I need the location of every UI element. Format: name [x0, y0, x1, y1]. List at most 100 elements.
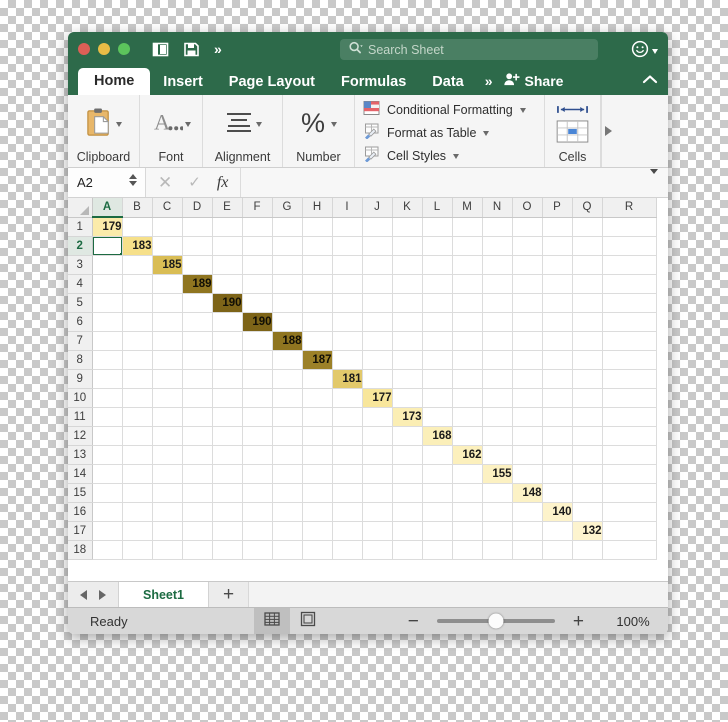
cell-P7[interactable]	[542, 331, 573, 351]
ribbon-group-clipboard[interactable]: Clipboard	[68, 95, 140, 167]
cell-G8[interactable]	[272, 350, 303, 370]
cell-O1[interactable]	[512, 217, 543, 237]
cell-O2[interactable]	[512, 236, 543, 256]
cell-L14[interactable]	[422, 464, 453, 484]
cell-D8[interactable]	[182, 350, 213, 370]
cell-A14[interactable]	[92, 464, 123, 484]
cell-B4[interactable]	[122, 274, 153, 294]
row-header-14[interactable]: 14	[68, 464, 93, 484]
cell-F5[interactable]	[242, 293, 273, 313]
cell-N7[interactable]	[482, 331, 513, 351]
cell-G16[interactable]	[272, 502, 303, 522]
cell-Q7[interactable]	[572, 331, 603, 351]
select-all-corner[interactable]	[68, 198, 93, 218]
column-header-d[interactable]: D	[182, 198, 213, 218]
tabs-overflow-icon[interactable]: »	[477, 68, 499, 95]
cell-M5[interactable]	[452, 293, 483, 313]
cell-J7[interactable]	[362, 331, 393, 351]
cell-K5[interactable]	[392, 293, 423, 313]
cell-P10[interactable]	[542, 388, 573, 408]
cell-P3[interactable]	[542, 255, 573, 275]
cell-R11[interactable]	[602, 407, 657, 427]
cell-B9[interactable]	[122, 369, 153, 389]
row-header-3[interactable]: 3	[68, 255, 93, 275]
cell-B18[interactable]	[122, 540, 153, 560]
cell-E5[interactable]: 190	[212, 293, 243, 313]
cell-P5[interactable]	[542, 293, 573, 313]
cell-K10[interactable]	[392, 388, 423, 408]
cell-E7[interactable]	[212, 331, 243, 351]
cell-B1[interactable]	[122, 217, 153, 237]
cell-Q5[interactable]	[572, 293, 603, 313]
cell-J13[interactable]	[362, 445, 393, 465]
cell-A6[interactable]	[92, 312, 123, 332]
cell-L7[interactable]	[422, 331, 453, 351]
cell-K17[interactable]	[392, 521, 423, 541]
cell-G5[interactable]	[272, 293, 303, 313]
cell-P13[interactable]	[542, 445, 573, 465]
cell-H14[interactable]	[302, 464, 333, 484]
cell-Q10[interactable]	[572, 388, 603, 408]
cell-C4[interactable]	[152, 274, 183, 294]
cell-H3[interactable]	[302, 255, 333, 275]
cell-E1[interactable]	[212, 217, 243, 237]
cell-M3[interactable]	[452, 255, 483, 275]
cell-H8[interactable]: 187	[302, 350, 333, 370]
page-layout-view-button[interactable]	[290, 608, 326, 634]
cell-P16[interactable]: 140	[542, 502, 573, 522]
cell-E13[interactable]	[212, 445, 243, 465]
cell-K14[interactable]	[392, 464, 423, 484]
cell-R2[interactable]	[602, 236, 657, 256]
conditional-formatting-button[interactable]: Conditional Formatting	[363, 101, 526, 121]
cell-I18[interactable]	[332, 540, 363, 560]
cell-R12[interactable]	[602, 426, 657, 446]
cell-I14[interactable]	[332, 464, 363, 484]
cell-I15[interactable]	[332, 483, 363, 503]
cell-G14[interactable]	[272, 464, 303, 484]
cell-I10[interactable]	[332, 388, 363, 408]
cell-B14[interactable]	[122, 464, 153, 484]
ribbon-group-cells[interactable]: Cells	[545, 95, 601, 167]
cell-N1[interactable]	[482, 217, 513, 237]
close-button[interactable]	[78, 43, 90, 55]
cell-L13[interactable]	[422, 445, 453, 465]
cell-D16[interactable]	[182, 502, 213, 522]
ribbon-collapse-icon[interactable]	[642, 71, 658, 89]
cell-P17[interactable]	[542, 521, 573, 541]
cell-L5[interactable]	[422, 293, 453, 313]
cell-L10[interactable]	[422, 388, 453, 408]
search-input[interactable]	[368, 42, 590, 57]
row-header-9[interactable]: 9	[68, 369, 93, 389]
cell-A15[interactable]	[92, 483, 123, 503]
cell-A12[interactable]	[92, 426, 123, 446]
cell-Q14[interactable]	[572, 464, 603, 484]
cell-B8[interactable]	[122, 350, 153, 370]
row-header-18[interactable]: 18	[68, 540, 93, 560]
format-as-table-button[interactable]: Format as Table	[363, 123, 490, 144]
zoom-in-button[interactable]: +	[555, 612, 602, 631]
cell-L1[interactable]	[422, 217, 453, 237]
cell-D4[interactable]: 189	[182, 274, 213, 294]
cell-C2[interactable]	[152, 236, 183, 256]
cell-M11[interactable]	[452, 407, 483, 427]
cell-Q6[interactable]	[572, 312, 603, 332]
cell-O9[interactable]	[512, 369, 543, 389]
cell-Q3[interactable]	[572, 255, 603, 275]
cell-C17[interactable]	[152, 521, 183, 541]
alignment-dropdown-icon[interactable]	[255, 122, 262, 128]
cell-styles-dropdown-icon[interactable]	[453, 154, 460, 159]
cell-A18[interactable]	[92, 540, 123, 560]
cell-G1[interactable]	[272, 217, 303, 237]
cell-L3[interactable]	[422, 255, 453, 275]
column-header-g[interactable]: G	[272, 198, 303, 218]
chevron-down-icon[interactable]	[652, 49, 658, 54]
cell-A17[interactable]	[92, 521, 123, 541]
cell-C1[interactable]	[152, 217, 183, 237]
cell-E3[interactable]	[212, 255, 243, 275]
clipboard-dropdown-icon[interactable]	[116, 122, 122, 128]
cell-K7[interactable]	[392, 331, 423, 351]
font-a-icon[interactable]: A	[152, 108, 184, 142]
nav-left-icon[interactable]	[80, 589, 87, 600]
cell-K11[interactable]: 173	[392, 407, 423, 427]
cell-E12[interactable]	[212, 426, 243, 446]
